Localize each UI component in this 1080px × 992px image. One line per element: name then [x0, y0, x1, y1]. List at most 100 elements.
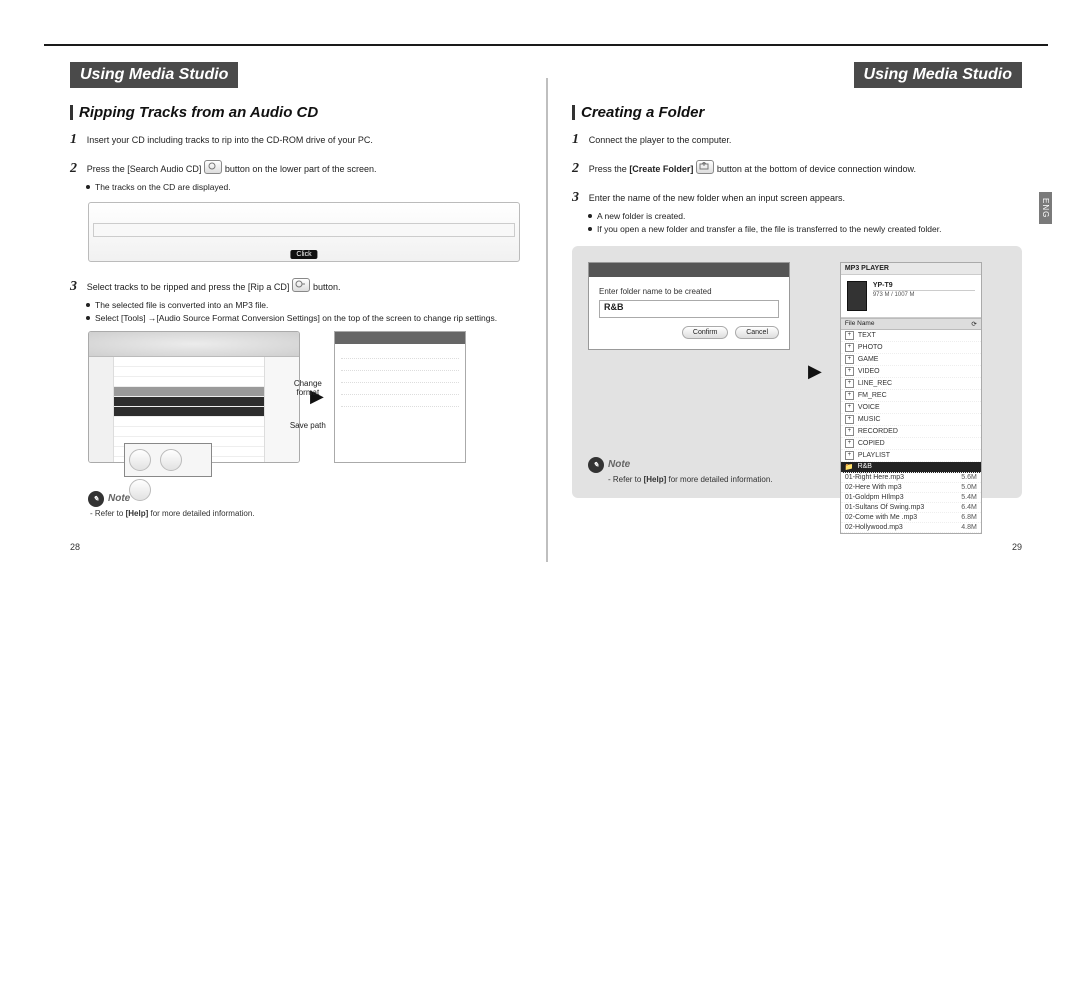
settings-titlebar	[335, 332, 465, 344]
expand-icon[interactable]: +	[845, 331, 854, 340]
file-item[interactable]: 02-Here With mp35.0M	[841, 483, 981, 493]
step-3-bullet-1: The selected file is converted into an M…	[86, 300, 520, 310]
file-item[interactable]: 02-Hollywood.mp34.8M	[841, 523, 981, 533]
create-folder-icon	[696, 160, 714, 174]
device-name: YP-T9	[873, 281, 975, 291]
folder-item[interactable]: +LINE_REC	[841, 378, 981, 390]
folder-item[interactable]: +RECORDED	[841, 426, 981, 438]
click-label: Click	[290, 250, 317, 259]
app-sidebar	[89, 357, 114, 463]
heading-bar-icon	[70, 105, 73, 120]
annotation-change-format: Change format	[288, 379, 328, 397]
annotation-save-path: Save path	[288, 421, 328, 430]
step-number: 2	[70, 160, 84, 179]
note-block-right: ✎Note - Refer to [Help] for more detaile…	[588, 457, 773, 484]
step-2-pre: Press the [Search Audio CD]	[87, 164, 202, 174]
step-2-right: 2 Press the [Create Folder] button at th…	[572, 160, 1022, 179]
step-2-post: button on the lower part of the screen.	[225, 164, 377, 174]
folder-item[interactable]: +VOICE	[841, 402, 981, 414]
step-1-right-text: Connect the player to the computer.	[589, 135, 732, 145]
figure-panel-right: Enter folder name to be created R&B Conf…	[572, 246, 1022, 498]
folder-item[interactable]: +VIDEO	[841, 366, 981, 378]
bullet-icon	[588, 227, 592, 231]
refresh-icon: ⟳	[971, 320, 976, 328]
left-column: Using Media Studio Ripping Tracks from a…	[44, 46, 546, 992]
section-header-left: Using Media Studio	[70, 62, 238, 88]
expand-icon[interactable]: +	[845, 367, 854, 376]
step-3-right-text: Enter the name of the new folder when an…	[589, 193, 845, 203]
rip-controls-popup	[124, 443, 212, 477]
expand-icon[interactable]: +	[845, 403, 854, 412]
file-list-header: File Name⟳	[841, 318, 981, 330]
confirm-button[interactable]: Confirm	[682, 326, 729, 339]
step-2-right-post: button at the bottom of device connectio…	[717, 164, 916, 174]
note-icon: ✎	[88, 491, 104, 507]
folder-item[interactable]: +FM_REC	[841, 390, 981, 402]
device-thumbnail-icon	[847, 281, 867, 311]
figure-toolbar: Click	[88, 202, 520, 262]
bullet-icon	[86, 185, 90, 189]
heading-bar-icon	[572, 105, 575, 120]
file-item[interactable]: 01-Goldpm HIlmp35.4M	[841, 493, 981, 503]
step-3-right-b1: A new folder is created.	[588, 211, 1022, 221]
folder-item[interactable]: +MUSIC	[841, 414, 981, 426]
bullet-icon	[86, 316, 90, 320]
subheading-right: Creating a Folder	[572, 104, 1022, 121]
step-3-b1-text: The selected file is converted into an M…	[95, 300, 268, 310]
folder-item[interactable]: +COPIED	[841, 438, 981, 450]
step-2-bullet-text: The tracks on the CD are displayed.	[95, 182, 231, 192]
subheading-left-text: Ripping Tracks from an Audio CD	[79, 104, 318, 121]
conversion-settings-window	[334, 331, 466, 463]
control-button-icon	[129, 479, 151, 501]
expand-icon[interactable]: +	[845, 391, 854, 400]
step-2-right-bold: [Create Folder]	[629, 164, 693, 174]
folder-item[interactable]: +TEXT	[841, 330, 981, 342]
cancel-button[interactable]: Cancel	[735, 326, 779, 339]
rip-cd-icon	[292, 278, 310, 292]
section-header-right: Using Media Studio	[854, 62, 1022, 88]
expand-icon[interactable]: +	[845, 451, 854, 460]
step-number: 3	[572, 189, 586, 208]
tree-header: MP3 PLAYER	[841, 263, 981, 275]
page-number-right: 29	[1012, 542, 1022, 552]
arrow-right-icon: ▶	[808, 361, 822, 382]
dialog-label: Enter folder name to be created	[599, 287, 779, 296]
expand-icon[interactable]: +	[845, 427, 854, 436]
device-tree-panel: MP3 PLAYER YP-T9 973 M / 1007 M File Nam…	[840, 262, 982, 534]
right-column: Using Media Studio Creating a Folder 1 C…	[546, 46, 1048, 992]
file-item[interactable]: 01-Sultans Of Swing.mp36.4M	[841, 503, 981, 513]
device-capacity: 973 M / 1007 M	[873, 291, 975, 298]
folder-item[interactable]: +PHOTO	[841, 342, 981, 354]
step-3-post: button.	[313, 282, 341, 292]
folder-item[interactable]: +PLAYLIST	[841, 450, 981, 462]
expand-icon[interactable]: +	[845, 343, 854, 352]
manual-page-spread: Using Media Studio Ripping Tracks from a…	[0, 0, 1080, 992]
expand-icon[interactable]: +	[845, 415, 854, 424]
file-item[interactable]: 02-Come with Me .mp36.8M	[841, 513, 981, 523]
expand-icon[interactable]: +	[845, 439, 854, 448]
step-2-right-pre: Press the	[589, 164, 630, 174]
control-button-icon	[129, 449, 151, 471]
note-text-left: - Refer to [Help] for more detailed info…	[90, 509, 520, 518]
folder-item-selected[interactable]: 📁 R&B	[841, 462, 981, 473]
step-number: 3	[70, 278, 84, 297]
note-icon: ✎	[588, 457, 604, 473]
mock-toolbar	[93, 223, 515, 237]
step-2-left: 2 Press the [Search Audio CD] button on …	[70, 160, 520, 179]
step-2-bullet: The tracks on the CD are displayed.	[86, 182, 520, 192]
expand-icon[interactable]: +	[845, 355, 854, 364]
step-3-left: 3 Select tracks to be ripped and press t…	[70, 278, 520, 297]
step-number: 1	[572, 131, 586, 150]
folder-item[interactable]: +GAME	[841, 354, 981, 366]
file-list: 01-Right Here.mp35.6M02-Here With mp35.0…	[841, 473, 981, 533]
language-tab: ENG	[1039, 192, 1052, 224]
folder-list: +TEXT+PHOTO+GAME+VIDEO+LINE_REC+FM_REC+V…	[841, 330, 981, 462]
folder-name-input[interactable]: R&B	[599, 300, 779, 318]
folder-icon: 📁	[845, 463, 854, 471]
content-area: Using Media Studio Ripping Tracks from a…	[44, 46, 1048, 992]
step-number: 2	[572, 160, 586, 179]
search-cd-icon	[204, 160, 222, 174]
expand-icon[interactable]: +	[845, 379, 854, 388]
bullet-icon	[86, 303, 90, 307]
file-item[interactable]: 01-Right Here.mp35.6M	[841, 473, 981, 483]
